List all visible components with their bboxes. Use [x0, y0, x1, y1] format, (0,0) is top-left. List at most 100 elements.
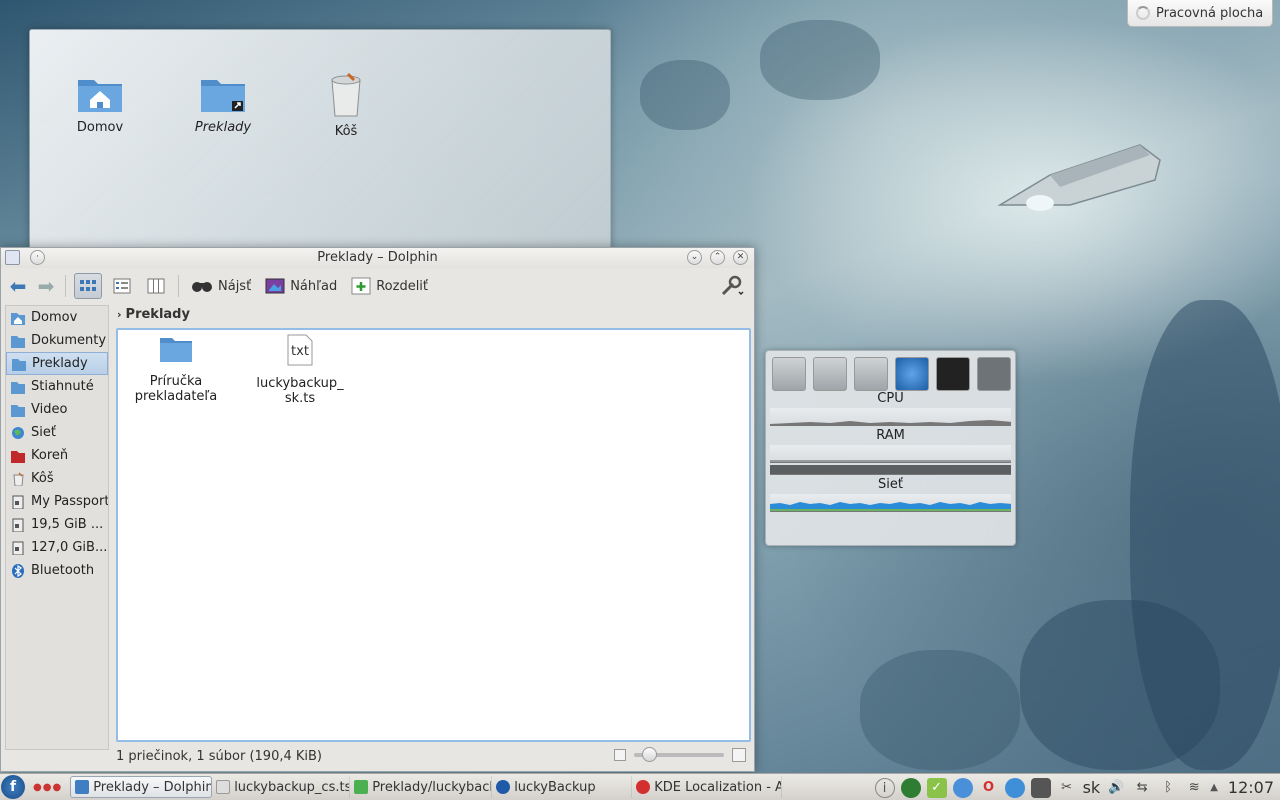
places-item-siet[interactable]: Sieť	[6, 421, 108, 444]
places-item-preklady[interactable]: Preklady	[6, 352, 108, 375]
zoom-control	[614, 747, 746, 762]
task-preklady-luckyback[interactable]: Preklady/luckyback	[350, 776, 493, 798]
places-item-drive-19gib[interactable]: 19,5 GiB ...	[6, 513, 108, 536]
split-button[interactable]: Rozdeliť	[347, 274, 432, 298]
opera-icon[interactable]: O	[979, 778, 999, 798]
zoom-out-icon[interactable]	[614, 749, 626, 761]
hard-disk-icon[interactable]	[813, 357, 847, 391]
desktop-cashew[interactable]: Pracovná plocha	[1127, 0, 1273, 27]
places-item-bluetooth[interactable]: Bluetooth	[6, 559, 108, 582]
places-item-label: Sieť	[31, 425, 56, 440]
qt-linguist-icon	[354, 780, 369, 794]
breadcrumb-current[interactable]: Preklady	[126, 307, 190, 322]
zoom-slider-handle[interactable]	[642, 747, 657, 762]
volume-icon[interactable]: 🔊	[1106, 778, 1126, 798]
task-kde-localization[interactable]: KDE Localization - A	[632, 776, 783, 798]
network-globe-icon[interactable]	[895, 357, 929, 391]
minimize-button[interactable]: ⌄	[687, 250, 702, 265]
network-globe-icon	[12, 426, 24, 439]
bluetooth-icon	[12, 563, 24, 578]
folderview-item-domov[interactable]: Domov	[55, 72, 145, 135]
hardware-info-icon[interactable]	[977, 357, 1011, 391]
preview-button[interactable]: Náhľad	[261, 275, 341, 297]
zoom-slider[interactable]	[634, 747, 724, 762]
file-item-folder[interactable]: Príručka prekladateľa	[126, 334, 226, 404]
split-label: Rozdeliť	[376, 278, 429, 294]
globe-icon[interactable]	[900, 777, 921, 798]
places-item-koren[interactable]: Koreň	[6, 444, 108, 467]
task-label: KDE Localization - A	[654, 779, 783, 795]
cpu-chip-icon[interactable]	[772, 357, 806, 391]
places-item-label: 127,0 GiB...	[31, 540, 108, 555]
main-toolbar: ⬅ ➡ Nájsť Náhľad Rozdeliť	[1, 268, 754, 304]
folder-icon	[160, 338, 192, 362]
window-menu-icon[interactable]	[5, 250, 20, 265]
trash-icon	[13, 471, 24, 486]
swap-graph	[770, 465, 1011, 475]
drive-icon	[12, 495, 24, 509]
preview-icon	[265, 278, 285, 294]
sticky-button[interactable]: ·	[30, 250, 45, 265]
terminal-icon[interactable]	[936, 357, 970, 391]
home-folder-icon	[11, 312, 25, 325]
tray-expand-icon[interactable]: ▲	[1210, 782, 1218, 793]
network-graph-plot	[770, 502, 1011, 511]
clock[interactable]: 12:07	[1228, 778, 1274, 797]
wifi-icon[interactable]: ≋	[1184, 778, 1204, 798]
places-item-domov[interactable]: Domov	[6, 306, 108, 329]
file-item-label: Príručka prekladateľa	[134, 374, 218, 404]
places-item-stiahnute[interactable]: Stiahnuté	[6, 375, 108, 398]
back-button[interactable]: ⬅	[7, 274, 29, 298]
maximize-button[interactable]: ⌃	[710, 250, 725, 265]
breadcrumb[interactable]: › Preklady	[113, 304, 753, 326]
network-manager-icon[interactable]	[952, 777, 973, 798]
application-launcher-button[interactable]: f	[1, 775, 25, 799]
shield-check-icon[interactable]: ✓	[926, 777, 947, 798]
network-graph	[770, 494, 1011, 512]
file-item-ts[interactable]: txt luckybackup_ sk.ts	[250, 334, 350, 406]
places-item-dokumenty[interactable]: Dokumenty	[6, 329, 108, 352]
find-label: Nájsť	[218, 278, 252, 294]
window-titlebar[interactable]: · Preklady – Dolphin ⌄ ⌃ ✕	[1, 248, 754, 268]
folder-icon	[12, 358, 26, 371]
details-view-icon	[113, 278, 131, 294]
columns-view-button[interactable]	[142, 273, 170, 299]
wallpaper-rock	[760, 20, 880, 100]
bluetooth-icon[interactable]: ᛒ	[1158, 778, 1178, 798]
pager-dots-icon[interactable]: ●●●	[33, 782, 62, 793]
forward-button[interactable]: ➡	[35, 274, 57, 298]
configure-button[interactable]	[716, 272, 748, 300]
cashew-label: Pracovná plocha	[1156, 5, 1264, 21]
task-luckybackup[interactable]: luckyBackup	[492, 776, 633, 798]
close-button[interactable]: ✕	[733, 250, 748, 265]
icons-view-icon	[80, 280, 96, 291]
task-luckybackup-cs[interactable]: luckybackup_cs.ts	[212, 776, 351, 798]
details-view-button[interactable]	[108, 273, 136, 299]
places-item-drive-127gib[interactable]: 127,0 GiB...	[6, 536, 108, 559]
chat-icon[interactable]	[1030, 777, 1051, 798]
keyboard-layout-indicator[interactable]: sk	[1083, 778, 1101, 797]
places-item-my-passport[interactable]: My Passport	[6, 490, 108, 513]
folderview-item-preklady[interactable]: Preklady	[178, 72, 268, 135]
task-label: Preklady/luckyback	[372, 779, 493, 795]
text-file-icon	[216, 780, 231, 794]
places-item-video[interactable]: Video	[6, 398, 108, 421]
file-view[interactable]: Príručka prekladateľa txt luckybackup_ s…	[116, 328, 751, 742]
motherboard-icon[interactable]	[854, 357, 888, 391]
root-folder-icon	[11, 450, 25, 463]
usb-icon[interactable]: ⇆	[1132, 778, 1152, 798]
taskbar: f ●●● Preklady – Dolphin luckybackup_cs.…	[0, 773, 1280, 800]
cashew-spinner-icon	[1136, 6, 1150, 20]
updates-icon[interactable]	[1004, 777, 1025, 798]
places-item-kos[interactable]: Kôš	[6, 467, 108, 490]
cpu-graph	[770, 408, 1011, 426]
txt-badge: txt	[291, 344, 309, 359]
icons-view-button[interactable]	[74, 273, 102, 299]
places-item-label: Video	[31, 402, 68, 417]
task-dolphin[interactable]: Preklady – Dolphin	[70, 776, 213, 798]
find-button[interactable]: Nájsť	[187, 276, 255, 297]
folderview-item-kos[interactable]: Kôš	[301, 72, 391, 139]
info-icon[interactable]: i	[874, 777, 895, 798]
scissors-icon[interactable]: ✂	[1057, 778, 1077, 798]
zoom-in-icon[interactable]	[732, 748, 746, 762]
